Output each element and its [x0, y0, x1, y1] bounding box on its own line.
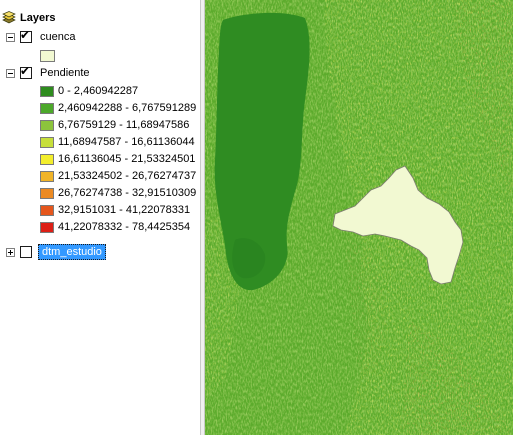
expand-icon[interactable]: [6, 248, 15, 257]
class-color-swatch: [40, 86, 54, 97]
class-color-swatch: [40, 103, 54, 114]
class-label: 26,76274738 - 32,91510309: [58, 187, 197, 199]
class-label: 41,22078332 - 78,4425354: [58, 221, 191, 233]
class-color-swatch: [40, 222, 54, 233]
class-color-swatch: [40, 171, 54, 182]
layers-title: Layers: [20, 12, 56, 24]
class-label: 32,9151031 - 41,22078331: [58, 204, 191, 216]
pendiente-visibility-checkbox[interactable]: ✔: [20, 64, 32, 79]
map-view[interactable]: [205, 0, 513, 435]
class-label: 11,68947587 - 16,61136044: [58, 136, 195, 148]
cuenca-visibility-checkbox[interactable]: ✔: [20, 28, 32, 43]
dtm-estudio-visibility-checkbox[interactable]: [20, 246, 32, 258]
class-label: 6,76759129 - 11,68947586: [58, 119, 190, 131]
class-color-swatch: [40, 188, 54, 199]
layer-name: cuenca: [40, 31, 76, 43]
layer-pendiente[interactable]: ✔ Pendiente: [0, 64, 200, 81]
layer-name: Pendiente: [40, 67, 90, 79]
collapse-icon[interactable]: [6, 69, 15, 78]
table-of-contents: Layers ✔ cuenca ✔ Pendiente 0 - 2,460942…: [0, 0, 200, 435]
layer-dtm-estudio[interactable]: dtm_estudio: [0, 244, 200, 260]
class-label: 0 - 2,460942287: [58, 85, 139, 97]
class-color-swatch: [40, 154, 54, 165]
layer-name-selected: dtm_estudio: [38, 244, 106, 260]
class-color-swatch: [40, 120, 54, 131]
class-color-swatch: [40, 205, 54, 216]
checkmark-icon: ✔: [20, 28, 31, 42]
class-color-swatch: [40, 137, 54, 148]
class-label: 2,460942288 - 6,767591289: [58, 102, 197, 114]
polygon-symbol-swatch: [40, 50, 55, 62]
collapse-icon[interactable]: [6, 33, 15, 42]
class-label: 21,53324502 - 26,76274737: [58, 170, 197, 182]
class-label: 16,61136045 - 21,53324501: [58, 153, 196, 165]
layer-cuenca[interactable]: ✔ cuenca: [0, 28, 200, 45]
layers-icon: [2, 11, 16, 25]
slope-raster-map[interactable]: [205, 0, 513, 435]
checkmark-icon: ✔: [20, 64, 31, 78]
